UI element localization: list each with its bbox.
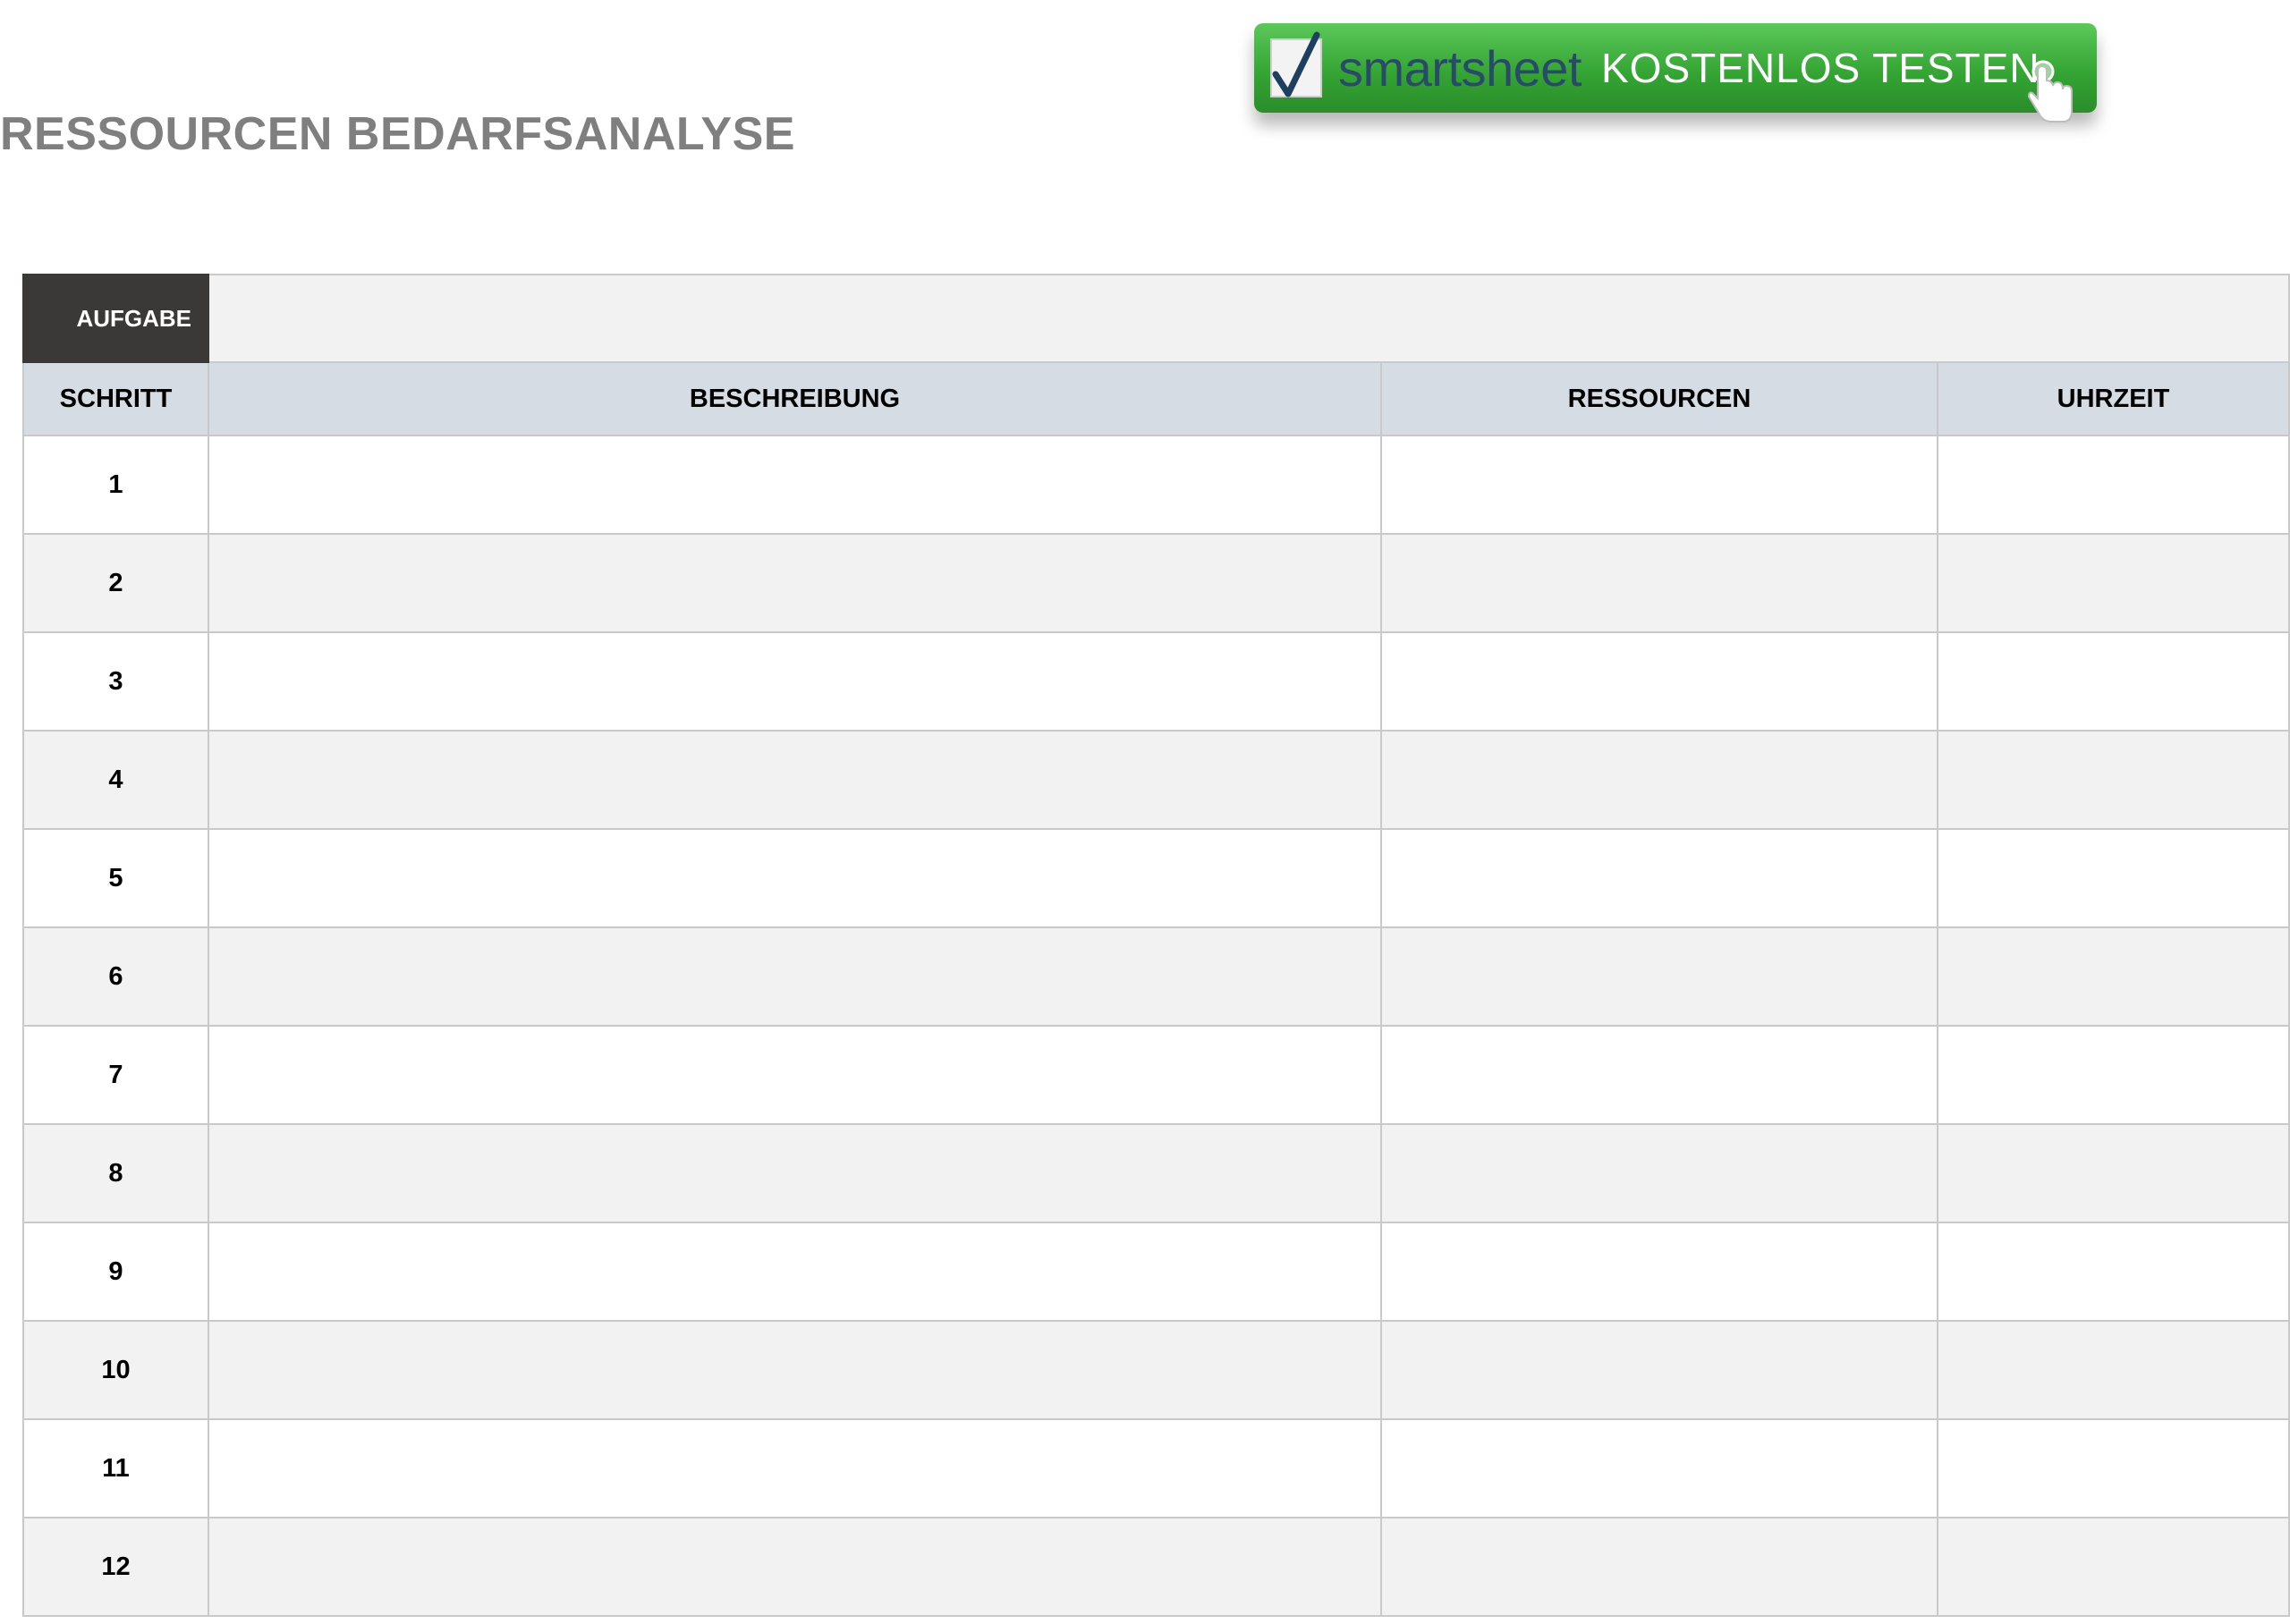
description-cell[interactable] xyxy=(208,1025,1382,1125)
step-number: 4 xyxy=(22,730,209,830)
time-cell[interactable] xyxy=(1936,828,2290,928)
resources-cell[interactable] xyxy=(1380,631,1938,732)
smartsheet-trial-banner[interactable]: smartsheet KOSTENLOS TESTEN xyxy=(1254,23,2097,123)
task-input[interactable] xyxy=(207,274,2290,363)
column-header-step: SCHRITT xyxy=(22,361,209,436)
task-row: AUFGABE xyxy=(22,274,2290,363)
resources-cell[interactable] xyxy=(1380,828,1938,928)
time-cell[interactable] xyxy=(1936,926,2290,1027)
time-cell[interactable] xyxy=(1936,631,2290,732)
smartsheet-logo-text: smartsheet xyxy=(1338,39,1582,97)
resources-cell[interactable] xyxy=(1380,1320,1938,1420)
description-cell[interactable] xyxy=(208,1517,1382,1617)
resources-cell[interactable] xyxy=(1380,1517,1938,1617)
table-row: 4 xyxy=(22,730,2290,830)
step-number: 2 xyxy=(22,533,209,633)
checkmark-icon xyxy=(1270,31,1322,97)
description-cell[interactable] xyxy=(208,435,1382,535)
resources-cell[interactable] xyxy=(1380,926,1938,1027)
description-cell[interactable] xyxy=(208,828,1382,928)
step-number: 7 xyxy=(22,1025,209,1125)
time-cell[interactable] xyxy=(1936,435,2290,535)
column-header-time: UHRZEIT xyxy=(1936,361,2290,436)
time-cell[interactable] xyxy=(1936,1123,2290,1223)
time-cell[interactable] xyxy=(1936,730,2290,830)
time-cell[interactable] xyxy=(1936,1025,2290,1125)
table-row: 7 xyxy=(22,1025,2290,1125)
description-cell[interactable] xyxy=(208,1123,1382,1223)
description-cell[interactable] xyxy=(208,533,1382,633)
resources-cell[interactable] xyxy=(1380,1222,1938,1322)
page-title: RESSOURCEN BEDARFSANALYSE xyxy=(0,108,795,160)
time-cell[interactable] xyxy=(1936,533,2290,633)
table-row: 12 xyxy=(22,1517,2290,1617)
description-cell[interactable] xyxy=(208,631,1382,732)
description-cell[interactable] xyxy=(208,1320,1382,1420)
step-number: 9 xyxy=(22,1222,209,1322)
table-row: 5 xyxy=(22,828,2290,928)
table-row: 11 xyxy=(22,1418,2290,1518)
resources-cell[interactable] xyxy=(1380,435,1938,535)
time-cell[interactable] xyxy=(1936,1222,2290,1322)
description-cell[interactable] xyxy=(208,926,1382,1027)
column-header-resources: RESSOURCEN xyxy=(1380,361,1938,436)
table-row: 6 xyxy=(22,926,2290,1027)
resource-analysis-table: AUFGABE SCHRITT BESCHREIBUNG RESSOURCEN … xyxy=(22,274,2290,1617)
free-trial-label: KOSTENLOS TESTEN xyxy=(1601,45,2040,91)
column-header-row: SCHRITT BESCHREIBUNG RESSOURCEN UHRZEIT xyxy=(22,361,2290,436)
description-cell[interactable] xyxy=(208,1418,1382,1518)
description-cell[interactable] xyxy=(208,1222,1382,1322)
time-cell[interactable] xyxy=(1936,1418,2290,1518)
table-row: 2 xyxy=(22,533,2290,633)
hand-pointer-icon xyxy=(2027,59,2077,131)
step-number: 5 xyxy=(22,828,209,928)
table-row: 8 xyxy=(22,1123,2290,1223)
brand-part-sheet: sheet xyxy=(1461,39,1582,97)
step-number: 10 xyxy=(22,1320,209,1420)
column-header-description: BESCHREIBUNG xyxy=(208,361,1382,436)
brand-part-smart: smart xyxy=(1338,39,1462,97)
resources-cell[interactable] xyxy=(1380,1123,1938,1223)
step-number: 8 xyxy=(22,1123,209,1223)
resources-cell[interactable] xyxy=(1380,1025,1938,1125)
table-row: 10 xyxy=(22,1320,2290,1420)
table-row: 1 xyxy=(22,435,2290,535)
task-label: AUFGABE xyxy=(22,274,209,363)
time-cell[interactable] xyxy=(1936,1320,2290,1420)
description-cell[interactable] xyxy=(208,730,1382,830)
step-number: 6 xyxy=(22,926,209,1027)
step-number: 11 xyxy=(22,1418,209,1518)
resources-cell[interactable] xyxy=(1380,1418,1938,1518)
resources-cell[interactable] xyxy=(1380,730,1938,830)
step-number: 12 xyxy=(22,1517,209,1617)
time-cell[interactable] xyxy=(1936,1517,2290,1617)
step-number: 1 xyxy=(22,435,209,535)
resources-cell[interactable] xyxy=(1380,533,1938,633)
table-row: 3 xyxy=(22,631,2290,732)
table-row: 9 xyxy=(22,1222,2290,1322)
step-number: 3 xyxy=(22,631,209,732)
page: RESSOURCEN BEDARFSANALYSE smartsheet KOS… xyxy=(0,0,2290,1624)
